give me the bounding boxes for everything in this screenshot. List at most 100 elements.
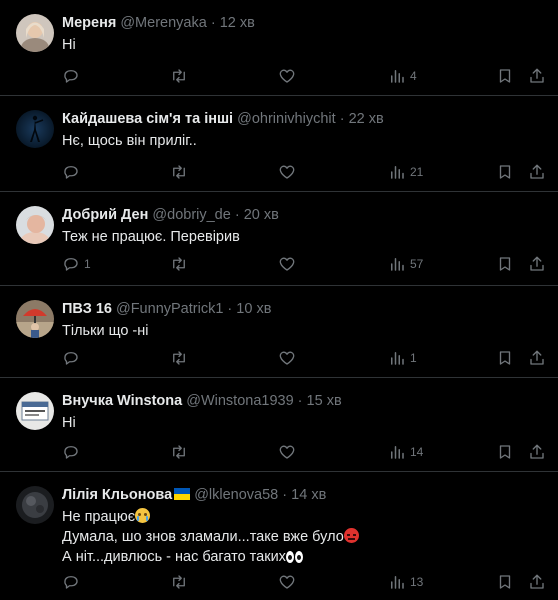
tweet-text-line: Теж не працює. Перевірив <box>62 229 240 245</box>
view-count: 1 <box>410 351 417 365</box>
like-button[interactable] <box>278 348 296 368</box>
display-name[interactable]: Добрий Ден <box>62 207 148 223</box>
share-button[interactable] <box>528 254 546 274</box>
display-name[interactable]: Лілія Кльонова <box>62 487 172 503</box>
tweet-text-line-wrap: Не працює <box>62 507 544 527</box>
reply-button[interactable] <box>62 572 84 592</box>
tweet-text-line-wrap: А ніт...дивлюсь - нас багато таких <box>62 547 544 569</box>
views-button[interactable]: 14 <box>388 442 423 462</box>
reply-icon <box>64 70 78 83</box>
reply-button[interactable] <box>62 162 84 182</box>
share-button[interactable] <box>528 162 546 182</box>
bookmark-button[interactable] <box>496 254 514 274</box>
like-button[interactable] <box>278 162 296 182</box>
reply-button[interactable] <box>62 66 84 86</box>
timestamp[interactable]: 22 хв <box>349 111 384 127</box>
tweet[interactable]: Добрий Ден @dobriy_de · 20 хв Теж не пра… <box>0 192 558 286</box>
reply-button[interactable]: 1 <box>62 254 91 274</box>
tweet-header: Лілія Кльонова @lklenova58 · 14 хв <box>62 486 544 504</box>
share-icon <box>530 164 544 179</box>
bookmark-button[interactable] <box>496 162 514 182</box>
tweet[interactable]: Внучка Winstona @Winstona1939 · 15 хв Ні <box>0 378 558 472</box>
bookmark-icon <box>499 165 511 179</box>
views-button[interactable]: 4 <box>388 66 417 86</box>
views-button[interactable]: 13 <box>388 572 423 592</box>
display-name[interactable]: Внучка Winstona <box>62 393 182 409</box>
display-name[interactable]: ПВЗ 16 <box>62 301 112 317</box>
retweet-icon <box>173 257 185 271</box>
timestamp[interactable]: 20 хв <box>244 207 279 223</box>
timestamp[interactable]: 12 хв <box>220 15 255 31</box>
avatar[interactable] <box>16 486 54 524</box>
avatar[interactable] <box>16 110 54 148</box>
retweet-button[interactable] <box>170 348 188 368</box>
bookmark-button[interactable] <box>496 442 514 462</box>
views-button[interactable]: 21 <box>388 162 423 182</box>
share-button[interactable] <box>528 442 546 462</box>
share-button[interactable] <box>528 66 546 86</box>
user-handle[interactable]: @dobriy_de <box>152 207 230 223</box>
retweet-icon <box>173 69 185 83</box>
view-count: 4 <box>410 69 417 83</box>
retweet-icon <box>173 165 185 179</box>
bookmark-button[interactable] <box>496 348 514 368</box>
action-bar: 14 <box>62 442 544 462</box>
view-count: 21 <box>410 165 424 179</box>
retweet-button[interactable] <box>170 572 188 592</box>
timestamp[interactable]: 15 хв <box>307 393 342 409</box>
view-count: 57 <box>410 257 424 271</box>
reply-button[interactable] <box>62 348 84 368</box>
views-icon <box>391 166 404 179</box>
tweet-header: ПВЗ 16 @FunnyPatrick1 · 10 хв <box>62 300 544 318</box>
retweet-button[interactable] <box>170 442 188 462</box>
timestamp[interactable]: 10 хв <box>236 301 271 317</box>
avatar[interactable] <box>16 392 54 430</box>
views-button[interactable]: 1 <box>388 348 417 368</box>
reply-icon <box>64 446 78 459</box>
reply-count: 1 <box>84 257 91 271</box>
avatar[interactable] <box>16 300 54 338</box>
user-handle[interactable]: @lklenova58 <box>194 487 278 503</box>
share-button[interactable] <box>528 348 546 368</box>
tweet-text: Теж не працює. Перевірив <box>62 227 544 247</box>
like-button[interactable] <box>278 254 296 274</box>
tweet[interactable]: ПВЗ 16 @FunnyPatrick1 · 10 хв Тільки що … <box>0 286 558 378</box>
bookmark-button[interactable] <box>496 66 514 86</box>
separator-dot: · <box>227 301 233 317</box>
reply-icon <box>64 352 78 365</box>
views-icon <box>391 70 404 83</box>
views-icon <box>391 352 404 365</box>
tweet[interactable]: Лілія Кльонова @lklenova58 · 14 хв Не пр… <box>0 472 558 600</box>
retweet-button[interactable] <box>170 66 188 86</box>
tweet-text-line: Ні <box>62 415 76 431</box>
like-button[interactable] <box>278 572 296 592</box>
action-bar: 21 <box>62 162 544 182</box>
like-icon <box>279 69 295 83</box>
user-handle[interactable]: @FunnyPatrick1 <box>116 301 223 317</box>
views-icon <box>391 446 404 459</box>
tweet[interactable]: Мереня @Merenyaka · 12 хв Ні 4 <box>0 0 558 96</box>
reply-icon <box>64 166 78 179</box>
user-handle[interactable]: @ohrinivhiychit <box>237 111 336 127</box>
like-button[interactable] <box>278 442 296 462</box>
retweet-button[interactable] <box>170 162 188 182</box>
user-handle[interactable]: @Winstona1939 <box>186 393 293 409</box>
avatar[interactable] <box>16 206 54 244</box>
avatar[interactable] <box>16 14 54 52</box>
display-name[interactable]: Кайдашева сім'я та інші <box>62 111 233 127</box>
share-button[interactable] <box>528 572 546 592</box>
tweet-text: Не працює Думала, шо знов зламали...таке… <box>62 507 544 569</box>
share-icon <box>530 574 544 589</box>
separator-dot: · <box>339 111 345 127</box>
retweet-button[interactable] <box>170 254 188 274</box>
like-icon <box>279 351 295 365</box>
like-button[interactable] <box>278 66 296 86</box>
tweet[interactable]: Кайдашева сім'я та інші @ohrinivhiychit … <box>0 96 558 192</box>
bookmark-button[interactable] <box>496 572 514 592</box>
reply-feed: Мереня @Merenyaka · 12 хв Ні 4 Кайдашева… <box>0 0 558 600</box>
timestamp[interactable]: 14 хв <box>291 487 326 503</box>
user-handle[interactable]: @Merenyaka <box>120 15 206 31</box>
reply-button[interactable] <box>62 442 84 462</box>
display-name[interactable]: Мереня <box>62 15 116 31</box>
views-button[interactable]: 57 <box>388 254 423 274</box>
